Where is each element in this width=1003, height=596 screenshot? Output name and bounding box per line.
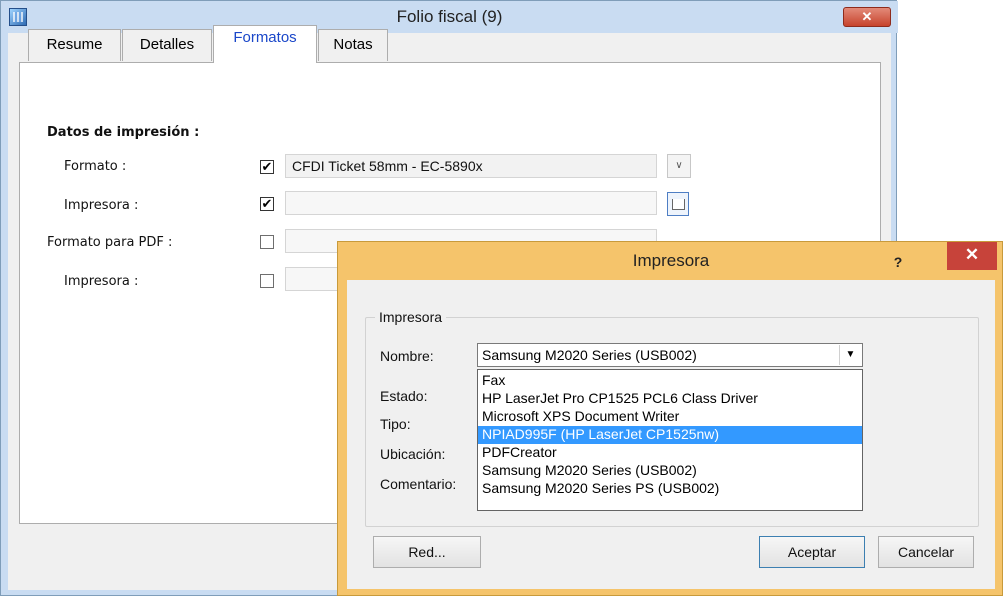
formato-select[interactable]: CFDI Ticket 58mm - EC-5890x (285, 154, 657, 178)
impresora-label: Impresora : (64, 198, 139, 213)
impresora-field[interactable] (285, 191, 657, 215)
cancel-button[interactable]: Cancelar (878, 536, 974, 568)
tipo-label: Tipo: (380, 416, 411, 432)
estado-label: Estado: (380, 388, 428, 404)
printer-option[interactable]: Microsoft XPS Document Writer (478, 408, 862, 426)
impresora-pdf-label: Impresora : (64, 274, 139, 289)
ubicacion-label: Ubicación: (380, 446, 446, 462)
chevron-down-icon[interactable]: ∨ (667, 154, 691, 178)
formato-pdf-checkbox[interactable] (260, 235, 274, 249)
formato-checkbox[interactable]: ✔ (260, 160, 274, 174)
impresora-pdf-checkbox[interactable] (260, 274, 274, 288)
printer-option[interactable]: PDFCreator (478, 444, 862, 462)
tab-resume[interactable]: Resume (28, 29, 121, 61)
browse-printer-icon[interactable] (667, 192, 689, 216)
close-icon[interactable]: ✕ (843, 7, 891, 27)
printer-option[interactable]: Samsung M2020 Series PS (USB002) (478, 480, 862, 498)
printer-option-highlighted[interactable]: NPIAD995F (HP LaserJet CP1525nw) (478, 426, 862, 444)
tab-formatos[interactable]: Formatos (213, 25, 317, 63)
close-icon[interactable]: ✕ (947, 242, 997, 270)
help-icon[interactable]: ? (891, 255, 905, 269)
formato-pdf-label: Formato para PDF : (47, 235, 173, 250)
group-label: Impresora (375, 309, 447, 325)
printer-option[interactable]: Fax (478, 372, 862, 390)
nombre-label: Nombre: (380, 348, 434, 364)
accept-button[interactable]: Aceptar (759, 536, 865, 568)
printer-option[interactable]: HP LaserJet Pro CP1525 PCL6 Class Driver (478, 390, 862, 408)
section-title: Datos de impresión : (47, 125, 200, 140)
tab-notas[interactable]: Notas (318, 29, 388, 61)
formato-label: Formato : (64, 159, 127, 174)
tab-detalles[interactable]: Detalles (122, 29, 212, 61)
printer-name-select[interactable]: Samsung M2020 Series (USB002) (477, 343, 863, 367)
printer-option[interactable]: Samsung M2020 Series (USB002) (478, 462, 862, 480)
impresora-checkbox[interactable]: ✔ (260, 197, 274, 211)
chevron-down-icon[interactable]: ▼ (839, 345, 861, 365)
network-button[interactable]: Red... (373, 536, 481, 568)
comentario-label: Comentario: (380, 476, 457, 492)
printer-dropdown-list[interactable]: Fax HP LaserJet Pro CP1525 PCL6 Class Dr… (477, 369, 863, 511)
impresora-pdf-field[interactable] (285, 267, 345, 291)
